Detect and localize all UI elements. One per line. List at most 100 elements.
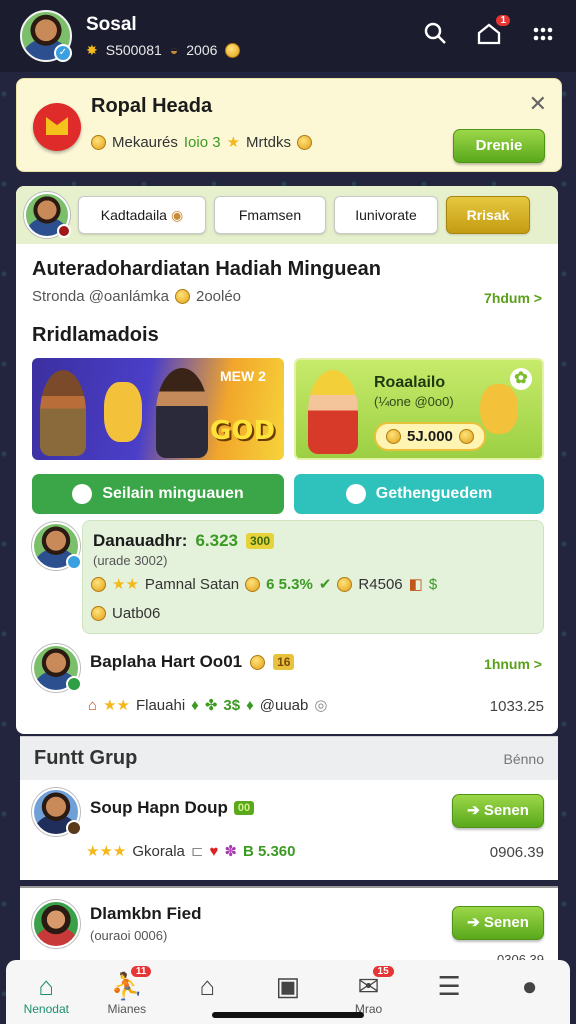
nav-label: Nenodat: [23, 1002, 69, 1016]
arrow-icon: ➔: [467, 802, 484, 819]
info-icon: ◎: [314, 697, 328, 714]
tool-icon: ⊏: [190, 843, 204, 860]
nav-home[interactable]: ⌂ Nenodat: [6, 972, 86, 1016]
promo-card-left[interactable]: MEW 2 GOD: [32, 358, 284, 460]
coin-icon: [225, 42, 241, 58]
verified-icon: ✓: [54, 44, 72, 62]
feed2-handle: @uuab: [259, 696, 309, 714]
group-row-button[interactable]: ➔ Senen: [452, 794, 544, 828]
group-row-title: Soup Hapn Doup 00: [90, 798, 255, 818]
kid-figure: [308, 370, 358, 454]
see-more-link[interactable]: 7hdum >: [484, 290, 542, 306]
coin-icon: [91, 134, 106, 150]
coin-balance: S500081: [105, 42, 162, 58]
banner-subtitle-c: Mrtdks: [246, 133, 292, 151]
promo-top-text: MEW 2: [220, 368, 266, 384]
star-icon: ★: [226, 134, 241, 151]
banner-subtitle-a: Mekaurés: [112, 133, 178, 151]
star-icon: ✸: [86, 41, 98, 58]
feed2-mid: 3$: [223, 696, 241, 714]
list-icon: ☰: [437, 971, 461, 1001]
leaf-icon: ♦: [246, 696, 254, 714]
user-avatar[interactable]: ✓: [20, 10, 72, 62]
nav-games[interactable]: ⛹ 11 Mianes: [87, 966, 167, 1016]
feed2-tag: 16: [273, 654, 295, 670]
user-info: Sosal ✸ S500081 ◒ 2006: [86, 13, 241, 59]
gem-balance: 2006: [186, 42, 218, 58]
tab-fmamsen[interactable]: Fmamsen: [214, 196, 326, 234]
mascot-figure: [104, 382, 142, 442]
refresh-icon: [345, 484, 366, 504]
feed-avatar[interactable]: [32, 522, 82, 570]
banner-action-button[interactable]: Drenie: [453, 129, 545, 163]
right-action-button[interactable]: Gethenguedem: [294, 474, 544, 514]
group-row-sub: (ouraoi 0006): [90, 928, 168, 943]
feed2-link[interactable]: 1hnum >: [484, 656, 542, 672]
banner-subtitle-b: Ioio 3: [183, 133, 221, 151]
group-row-button-label: Senen: [483, 802, 529, 819]
nav-badge: 15: [372, 966, 394, 977]
feed2-amount: 1033.25: [489, 698, 544, 715]
tab-row: Kadtadaila ◉ Fmamsen Iunivorate Rrisak: [16, 186, 558, 244]
more-icon[interactable]: [530, 21, 556, 52]
nav-inbox[interactable]: ✉ 15 Mrao: [329, 966, 409, 1016]
tab-rrisak[interactable]: Rrisak: [446, 196, 530, 234]
profile-avatar[interactable]: [24, 192, 71, 238]
feed-avatar[interactable]: [32, 644, 82, 692]
nav-camera[interactable]: ▣: [248, 972, 328, 1000]
nav-recycle[interactable]: ⌂: [167, 972, 247, 1000]
crown-icon: [33, 103, 81, 151]
flower-icon: ✿: [510, 368, 532, 390]
star-icon: ★★: [103, 697, 130, 714]
feed-tag: 300: [246, 533, 275, 549]
group-avatar[interactable]: [32, 788, 82, 836]
promo2-value: 5J.000: [407, 428, 453, 445]
user-name: Sosal: [86, 13, 137, 35]
camera-icon: ▣: [275, 971, 301, 1001]
close-icon[interactable]: ✕: [529, 91, 547, 117]
nav-profile[interactable]: ●: [490, 972, 570, 1000]
nav-list[interactable]: ☰: [409, 972, 489, 1000]
verified-icon: [66, 554, 82, 570]
home-icon: ⌂: [38, 971, 55, 1001]
promo-logo-text: GOD: [210, 416, 276, 446]
coin-icon: [337, 576, 353, 592]
clover-icon: ✤: [204, 697, 218, 714]
coin-icon: [174, 289, 190, 304]
check-icon: ✔: [318, 576, 332, 593]
coin-icon: [245, 576, 261, 592]
feed2-title-row: Baplaha Hart Oo01 16: [90, 652, 295, 672]
tab-iunivorate[interactable]: Iunivorate: [334, 196, 438, 234]
notification-badge: 1: [496, 14, 510, 26]
coin-icon: [91, 606, 106, 621]
search-icon[interactable]: [422, 21, 448, 52]
nav-badge: 11: [130, 966, 152, 977]
section-title: Rridlamadois: [32, 324, 159, 346]
promo2-title: Roaalailo: [374, 374, 446, 391]
feed-pct: 6 5.3%: [266, 575, 313, 593]
group-row-name: Dlamkbn Fied: [90, 904, 202, 923]
headline: Auteradohardiatan Hadiah Minguean: [32, 258, 381, 280]
coin-icon: [250, 654, 266, 670]
group-row[interactable]: Soup Hapn Doup 00 ➔ Senen ★★★ Gkorala ⊏ …: [20, 780, 558, 880]
group-link[interactable]: Bénno: [504, 751, 544, 767]
group-avatar[interactable]: [32, 900, 80, 948]
group-row-button[interactable]: ➔ Senen: [452, 906, 544, 940]
group-row-button-label: Senen: [483, 914, 529, 931]
left-action-button[interactable]: Seilain minguauen: [32, 474, 284, 514]
group-row[interactable]: Dlamkbn Fied (ouraoi 0006) ➔ Senen 0306.…: [20, 886, 558, 967]
tab-kadtadaila[interactable]: Kadtadaila ◉: [78, 196, 206, 234]
user-stats: ✸ S500081 ◒ 2006: [86, 41, 241, 59]
main-card: Kadtadaila ◉ Fmamsen Iunivorate Rrisak Au…: [16, 186, 558, 734]
profile-icon: ●: [521, 971, 538, 1001]
feed2-row-label: Flauahi: [135, 696, 186, 714]
group-row-amount: 0906.39: [489, 844, 544, 861]
promo-card-right[interactable]: Roaalailo (¼one @0o0) 5J.000 ✿: [294, 358, 544, 460]
right-action-label: Gethenguedem: [375, 485, 493, 502]
feed-item[interactable]: Danauadhr: 6.323 300 (urade 3002) ★★ Pam…: [82, 520, 544, 634]
subline-value: 2ooléo: [195, 288, 242, 305]
dollar-icon: $: [428, 575, 438, 593]
top-bar: ✓ Sosal ✸ S500081 ◒ 2006 1: [0, 0, 576, 72]
subline-text: Stronda @oanlámka: [32, 288, 169, 305]
notification-icon[interactable]: 1: [476, 14, 510, 52]
